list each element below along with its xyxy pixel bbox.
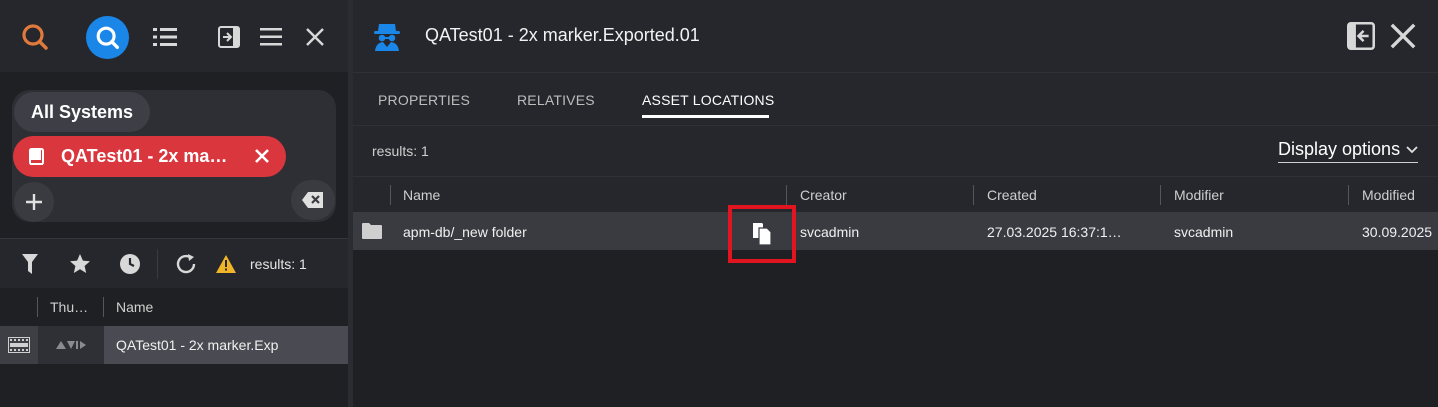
search-active-icon[interactable] [86,16,129,59]
panel-expand-icon[interactable] [1347,22,1375,50]
table-row[interactable]: QATest01 - 2x marker.Exp [0,326,348,364]
book-icon [29,147,44,165]
chevron-down-icon [1406,145,1418,153]
results-toolbar: results: 1 [0,238,348,288]
search-icon[interactable] [14,16,56,58]
add-filter-button[interactable] [14,182,54,222]
spy-agent-icon [374,24,400,51]
copy-icon [753,223,772,246]
results-count: results: 1 [372,143,429,159]
list-icon[interactable] [150,22,180,52]
row-name: QATest01 - 2x marker.Exp [116,337,279,353]
name-column-header[interactable]: Name [403,187,440,203]
filter-icon[interactable] [17,251,43,277]
results-table-header: Thu… Name [0,288,348,326]
locations-table-header: Name Creator Created Modifier Modified [353,176,1438,212]
active-filter-chip-label: QATest01 - 2x ma… [61,146,228,166]
created-cell: 27.03.2025 16:37:1… [987,224,1122,240]
creator-cell: svcadmin [800,224,860,240]
column-divider [1160,185,1161,205]
asset-title: QATest01 - 2x marker.Exported.01 [425,25,700,45]
column-divider [390,185,391,205]
display-options-dropdown[interactable]: Display options [1278,139,1419,163]
modified-cell: 30.09.2025 [1362,224,1433,240]
search-panel-header [0,0,348,72]
active-tab-indicator [642,115,769,118]
modifier-column-header[interactable]: Modifier [1174,187,1224,203]
warning-icon [213,251,239,277]
plus-icon [26,194,42,210]
location-name: apm-db/_new folder [403,224,527,240]
tab-asset-locations[interactable]: ASSET LOCATIONS [642,92,774,108]
creator-column-header[interactable]: Creator [800,187,847,203]
column-divider [973,185,974,205]
avid-logo-icon [38,326,104,364]
menu-icon[interactable] [256,22,286,52]
toolbar-divider [157,249,158,279]
column-divider [1348,185,1349,205]
thumbnail-column-header[interactable]: Thu… [50,299,88,315]
modified-column-header[interactable]: Modified [1362,187,1415,203]
copy-path-button[interactable] [728,205,796,263]
column-divider [37,297,38,317]
backspace-icon [302,192,323,208]
folder-icon [362,223,382,239]
close-icon[interactable] [1389,22,1417,50]
created-column-header[interactable]: Created [987,187,1037,203]
results-bar: results: 1 Display options [353,126,1438,176]
asset-detail-panel: QATest01 - 2x marker.Exported.01 PROPERT… [353,0,1438,407]
detail-tabs: PROPERTIES RELATIVES ASSET LOCATIONS [353,72,1438,126]
filter-chips-area: All Systems QATest01 - 2x ma… [12,90,336,222]
refresh-icon[interactable] [173,251,199,277]
app-window: All Systems QATest01 - 2x ma… results: 1… [0,0,1438,407]
close-icon[interactable] [300,22,330,52]
star-icon[interactable] [67,251,93,277]
history-clock-icon[interactable] [117,251,143,277]
all-systems-chip[interactable]: All Systems [14,92,151,132]
name-column-header[interactable]: Name [116,299,153,315]
detail-header: QATest01 - 2x marker.Exported.01 [353,0,1438,72]
panel-collapse-icon[interactable] [214,22,244,52]
table-row[interactable]: apm-db/_new folder svcadmin 27.03.2025 1… [353,205,1438,263]
tab-properties[interactable]: PROPERTIES [378,92,470,108]
clear-filters-button[interactable] [291,180,335,220]
tab-relatives[interactable]: RELATIVES [517,92,595,108]
column-divider [103,297,104,317]
display-options-label: Display options [1278,139,1401,159]
remove-chip-icon[interactable] [252,146,272,166]
active-filter-chip[interactable]: QATest01 - 2x ma… [13,136,286,177]
column-divider [786,185,787,205]
results-count: results: 1 [250,256,307,272]
search-panel: All Systems QATest01 - 2x ma… results: 1… [0,0,348,407]
modifier-cell: svcadmin [1174,224,1234,240]
video-clip-icon [0,326,38,364]
